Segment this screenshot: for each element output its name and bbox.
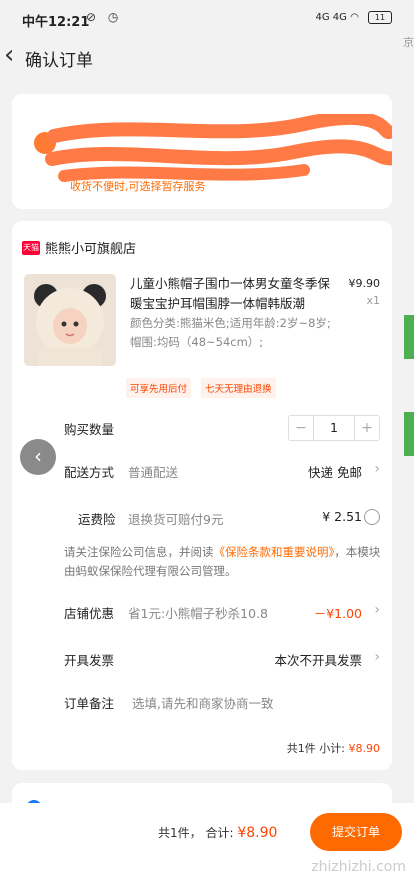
edge-text: 京 [403,36,414,49]
total-count: 共1件， [158,826,202,840]
bottom-bar: 共1件， 合计: ¥8.90 提交订单 zhizhizhi.com [0,803,414,878]
discount-value: 省1元:小熊帽子秒杀10.8 [128,606,268,621]
subtotal-count: 共1件 [286,742,316,755]
float-back-button[interactable]: ‹ [20,439,56,475]
order-card: 天猫 熊熊小可旗舰店 儿童小熊帽子围巾一体男女童冬季保暖宝宝护耳帽围脖一体帽韩版潮… [12,221,392,770]
edge-green-bar [404,315,414,359]
service-tags: 可享先用后付 七天无理由退换 [126,377,281,398]
discount-row[interactable]: 店铺优惠 省1元:小熊帽子秒杀10.8 －¥1.00 › [12,601,392,623]
total-summary: 共1件， 合计: ¥8.90 [158,824,277,841]
subtotal-label: 小计: [319,742,345,755]
service-tag: 七天无理由退换 [201,378,276,398]
quantity-value[interactable]: 1 [313,416,355,440]
address-card[interactable]: 收货不便时,可选择暂存服务 [12,94,392,209]
insurance-value: 退换货可赔付9元 [128,512,224,527]
status-time: 中午12:21 [22,15,90,30]
quantity-stepper[interactable]: − 1 + [288,415,380,441]
wifi-icon: ◠ [350,12,359,23]
insurance-label: 运费险 [78,512,116,527]
page-title: 确认订单 [25,51,93,71]
chevron-right-icon: › [374,602,380,618]
header: ‹ 确认订单 [0,38,414,78]
panda-hat-image [24,274,116,366]
product-quantity: x1 [366,294,380,307]
insurance-price: ¥ 2.51 [322,509,362,524]
product-title[interactable]: 儿童小熊帽子围巾一体男女童冬季保暖宝宝护耳帽围脖一体帽韩版潮 [130,274,330,314]
battery-icon: 11 [368,11,392,24]
quantity-label: 购买数量 [64,422,115,437]
edge-green-bar [404,412,414,456]
storage-notice[interactable]: 收货不便时,可选择暂存服务 [70,178,206,194]
increment-button[interactable]: + [355,416,379,440]
remark-input[interactable]: 选填,请先和商家协商一致 [132,693,273,712]
submit-order-button[interactable]: 提交订单 [310,813,402,851]
delivery-label: 配送方式 [64,465,115,480]
shop-row[interactable]: 天猫 熊熊小可旗舰店 [22,237,137,257]
delivery-row[interactable]: 配送方式 普通配送 快递 免邮 › [12,460,392,482]
chevron-right-icon: › [374,461,380,477]
subtotal-price: ¥8.90 [348,742,381,755]
tmall-icon: 天猫 [22,240,40,255]
insurance-row[interactable]: 运费险 退换货可赔付9元 ¥ 2.51 [12,507,392,529]
total-label: 合计: [205,826,234,840]
invoice-label: 开具发票 [64,653,115,668]
subtotal: 共1件 小计: ¥8.90 [287,740,380,756]
status-bar: 中午12:21 ⊘ ◷ 4G 4G ◠ 11 [0,0,414,38]
product-spec: 颜色分类:熊猫米色;适用年龄:2岁~8岁;帽围:均码（48~54cm）; [130,316,331,349]
insurance-radio[interactable] [364,509,380,525]
status-indicators: 4G 4G ◠ 11 [315,11,392,24]
insurance-note-text: 请关注保险公司信息，并阅读 [64,545,214,559]
delivery-value: 普通配送 [128,465,179,480]
product-price: ¥9.90 [348,277,381,290]
total-price: ¥8.90 [237,825,278,841]
product-image[interactable] [24,274,116,366]
remark-row[interactable]: 订单备注 选填,请先和商家协商一致 [12,691,392,713]
insurance-terms-link[interactable]: 《保险条款和重要说明》 [214,545,335,559]
discount-amount: －¥1.00 [313,606,362,621]
invoice-row[interactable]: 开具发票 本次不开具发票 › [12,648,392,670]
watermark: zhizhizhi.com [311,859,406,875]
delivery-fee: 快递 免邮 [308,465,362,480]
quantity-row: 购买数量 − 1 + [12,415,392,441]
remark-label: 订单备注 [64,696,115,711]
chevron-right-icon: › [374,649,380,665]
signal-icon: 4G 4G [315,12,347,23]
invoice-value: 本次不开具发票 [274,653,362,668]
shop-name: 熊熊小可旗舰店 [45,242,137,257]
status-icons: ⊘ ◷ [86,10,123,24]
discount-label: 店铺优惠 [64,606,115,621]
insurance-note: 请关注保险公司信息，并阅读《保险条款和重要说明》，本模块由蚂蚁保保险代理有限公司… [64,543,384,581]
decrement-button[interactable]: − [289,416,313,440]
service-tag: 可享先用后付 [126,378,192,398]
